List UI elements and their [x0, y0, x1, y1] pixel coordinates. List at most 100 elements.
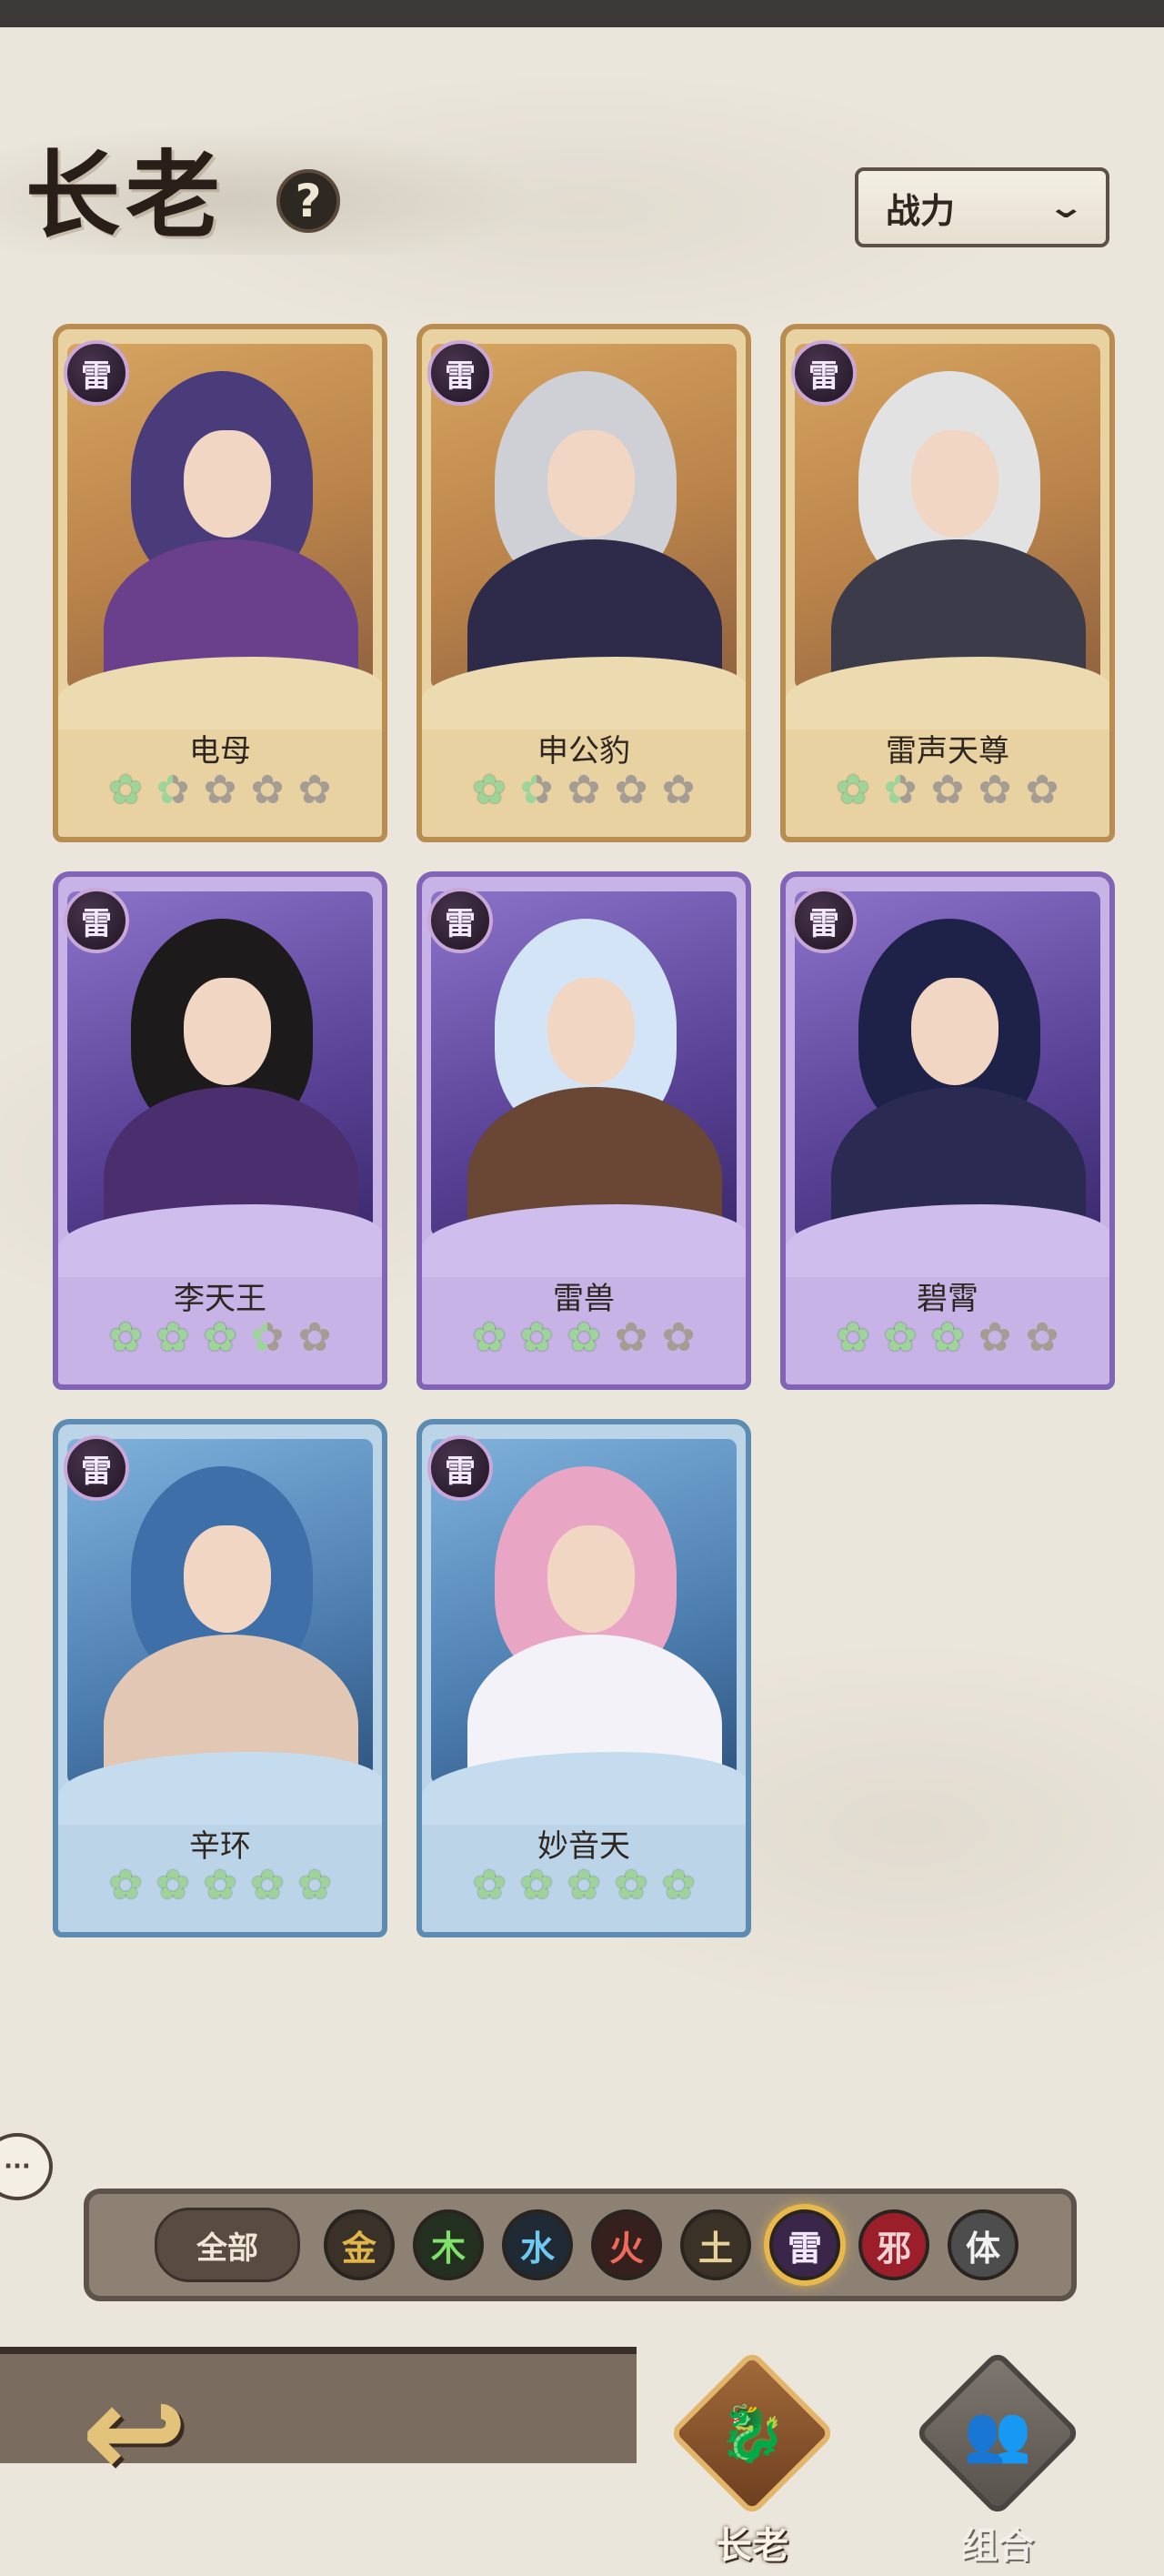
hero-card[interactable]: 雷电母 ✿ ✿ ✿ ✿ ✿	[53, 324, 387, 842]
star-icon: ✿	[156, 1862, 190, 1908]
star-icon: ✿	[930, 767, 965, 813]
hero-card[interactable]: 雷雷声天尊 ✿ ✿ ✿ ✿ ✿	[780, 324, 1115, 842]
star-icon: ✿	[472, 1862, 507, 1908]
star-icon: ✿	[614, 1862, 648, 1908]
hero-card[interactable]: 雷辛环 ✿ ✿ ✿ ✿ ✿	[53, 1419, 387, 1937]
star-icon: ✿	[108, 1314, 143, 1361]
body-element-icon[interactable]: 体	[948, 2209, 1018, 2280]
page-title: 长老	[25, 139, 226, 251]
star-icon: ✿	[297, 1862, 332, 1908]
hero-name: 辛环	[189, 1828, 251, 1865]
portrait-face	[184, 1525, 271, 1633]
tab-elder[interactable]: 🐉 长老	[668, 2350, 836, 2567]
hero-name: 申公豹	[537, 733, 630, 770]
star-icon: ✿	[883, 1314, 918, 1361]
star-rating: ✿ ✿ ✿ ✿ ✿	[422, 1865, 746, 1907]
back-arrow-icon[interactable]: ↩	[62, 2365, 207, 2501]
gold-element-icon[interactable]: 金	[324, 2209, 395, 2280]
hero-card[interactable]: 雷妙音天 ✿ ✿ ✿ ✿ ✿	[416, 1419, 751, 1937]
star-icon: ✿	[1025, 1314, 1059, 1361]
star-icon: ✿	[567, 1862, 601, 1908]
star-icon: ✿	[108, 1862, 143, 1908]
star-icon: ✿	[930, 1314, 965, 1361]
hero-name: 电母	[189, 733, 251, 770]
portrait-face	[547, 978, 635, 1085]
hero-card[interactable]: 雷碧霄 ✿ ✿ ✿ ✿ ✿	[780, 871, 1115, 1390]
portrait-face	[547, 1525, 635, 1633]
star-icon: ✿	[661, 1862, 696, 1908]
portrait-face	[184, 978, 271, 1085]
star-icon: ✿	[567, 767, 601, 813]
hero-name: 妙音天	[537, 1828, 630, 1865]
sort-label: 战力	[886, 190, 956, 231]
help-icon[interactable]: ?	[276, 169, 340, 233]
element-badge: 雷	[64, 1435, 129, 1501]
star-rating: ✿ ✿ ✿ ✿ ✿	[58, 770, 382, 811]
star-icon: ✿	[250, 1862, 285, 1908]
star-rating: ✿ ✿ ✿ ✿ ✿	[422, 770, 746, 811]
star-rating: ✿ ✿ ✿ ✿ ✿	[786, 1317, 1109, 1359]
status-bar	[0, 0, 1164, 27]
star-rating: ✿ ✿ ✿ ✿ ✿	[786, 770, 1109, 811]
thunder-element-icon[interactable]: 雷	[769, 2209, 840, 2280]
fire-element-icon[interactable]: 火	[591, 2209, 662, 2280]
hero-card[interactable]: 雷雷兽 ✿ ✿ ✿ ✿ ✿	[416, 871, 751, 1390]
star-icon: ✿	[519, 1314, 554, 1361]
earth-element-icon[interactable]: 土	[680, 2209, 751, 2280]
elder-tab-icon: 🐉	[668, 2350, 836, 2517]
element-filter-bar: 全部 金木水火土雷邪体	[84, 2189, 1077, 2301]
star-icon: ✿	[978, 767, 1012, 813]
star-icon: ✿	[246, 1317, 288, 1359]
element-badge: 雷	[791, 340, 857, 406]
hero-name: 雷兽	[553, 1281, 615, 1317]
evil-element-icon[interactable]: 邪	[858, 2209, 929, 2280]
star-rating: ✿ ✿ ✿ ✿ ✿	[58, 1865, 382, 1907]
star-icon: ✿	[836, 1314, 870, 1361]
element-badge: 雷	[427, 888, 493, 953]
star-icon: ✿	[203, 767, 237, 813]
star-icon: ✿	[250, 767, 285, 813]
star-icon: ✿	[152, 770, 194, 811]
star-icon: ✿	[614, 767, 648, 813]
star-icon: ✿	[203, 1862, 237, 1908]
element-badge: 雷	[427, 1435, 493, 1501]
star-rating: ✿ ✿ ✿ ✿ ✿	[58, 1317, 382, 1359]
element-badge: 雷	[791, 888, 857, 953]
star-icon: ✿	[879, 770, 921, 811]
star-icon: ✿	[1025, 767, 1059, 813]
portrait-face	[547, 430, 635, 538]
star-icon: ✿	[614, 1314, 648, 1361]
water-element-icon[interactable]: 水	[502, 2209, 573, 2280]
tab-combo-label: 组合	[961, 2525, 1034, 2567]
star-icon: ✿	[567, 1314, 601, 1361]
star-icon: ✿	[108, 767, 143, 813]
sort-dropdown[interactable]: 战力 ⌄	[855, 167, 1109, 247]
star-icon: ✿	[978, 1314, 1012, 1361]
star-icon: ✿	[297, 767, 332, 813]
element-badge: 雷	[427, 340, 493, 406]
tab-combo[interactable]: 👥 组合	[914, 2350, 1081, 2567]
star-icon: ✿	[297, 1314, 332, 1361]
star-icon: ✿	[661, 767, 696, 813]
tab-elder-label: 长老	[716, 2525, 788, 2567]
star-icon: ✿	[203, 1314, 237, 1361]
hero-name: 雷声天尊	[886, 733, 1009, 770]
star-icon: ✿	[472, 767, 507, 813]
hero-name: 碧霄	[917, 1281, 978, 1317]
star-rating: ✿ ✿ ✿ ✿ ✿	[422, 1317, 746, 1359]
star-icon: ✿	[519, 1862, 554, 1908]
star-icon: ✿	[516, 770, 557, 811]
star-icon: ✿	[661, 1314, 696, 1361]
chevron-down-icon: ⌄	[1046, 189, 1086, 226]
portrait-face	[911, 978, 998, 1085]
star-icon: ✿	[836, 767, 870, 813]
star-icon: ✿	[472, 1314, 507, 1361]
element-badge: 雷	[64, 888, 129, 953]
hero-card[interactable]: 雷李天王 ✿ ✿ ✿ ✿ ✿	[53, 871, 387, 1390]
hero-card[interactable]: 雷申公豹 ✿ ✿ ✿ ✿ ✿	[416, 324, 751, 842]
portrait-face	[911, 430, 998, 538]
filter-all-button[interactable]: 全部	[155, 2208, 300, 2282]
star-icon: ✿	[156, 1314, 190, 1361]
wood-element-icon[interactable]: 木	[413, 2209, 484, 2280]
combo-tab-icon: 👥	[914, 2350, 1081, 2517]
